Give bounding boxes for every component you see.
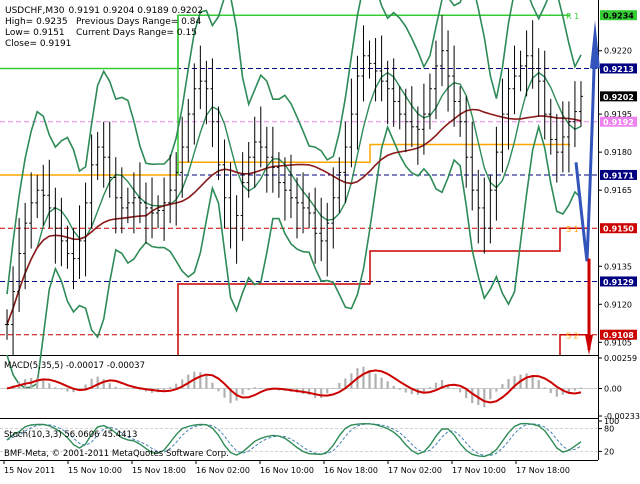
close-label: Close= 0.9191: [5, 39, 71, 49]
x-axis-ticks: 15 Nov 2011 15 Nov 10:00 15 Nov 18:00 16 No…: [3, 460, 570, 475]
y-tick-label: 0.9220: [604, 47, 632, 56]
x-tick-label: 16 Nov 18:00: [324, 466, 378, 475]
macd-title: MACD(5,35,5) -0.00017 -0.00037: [4, 361, 145, 371]
previous-range-label: Previous Days Range= 0.84: [76, 17, 201, 27]
x-tick-label: 15 Nov 10:00: [68, 466, 122, 475]
price-tag-label: 0.9150: [603, 225, 634, 234]
level-label-r1: R 1: [566, 12, 579, 21]
chart-canvas[interactable]: R 1S 1S 2 0.92200.91950.91800.91650.9135…: [0, 0, 640, 480]
y-tick-label: 0.9120: [604, 300, 632, 309]
low-label: Low= 0.9151: [5, 28, 65, 38]
level-label-s1: S 1: [566, 225, 579, 234]
y-tick-label: 0.9165: [604, 186, 632, 195]
main-panel: [0, 0, 598, 355]
copyright: BMF-Meta, © 2001-2011 MetaQuotes Softwar…: [4, 449, 229, 459]
x-tick-label: 17 Nov 02:00: [388, 466, 442, 475]
y-tick-label: 0.9180: [604, 148, 632, 157]
macd-tick-label: 0.00259: [604, 354, 637, 363]
stoch-title: Stoch(10,3,3) 56.0606 45.4413: [4, 430, 137, 440]
high-label: High= 0.9235: [5, 17, 68, 27]
price-tag-label: 0.9234: [603, 12, 634, 21]
level-label-s2: S 2: [566, 332, 579, 341]
x-tick-label: 16 Nov 10:00: [260, 466, 314, 475]
x-tick-label: 15 Nov 18:00: [132, 466, 186, 475]
x-tick-label: 16 Nov 02:00: [196, 466, 250, 475]
stoch-tick-label: 80: [604, 425, 614, 434]
macd-signal-line: [6, 369, 582, 404]
price-tag-label: 0.9202: [603, 93, 634, 102]
stoch-tick-label: 20: [604, 447, 614, 456]
x-tick-label: 17 Nov 18:00: [516, 466, 570, 475]
x-tick-label: 15 Nov 2011: [4, 466, 55, 475]
symbol-ohlc: USDCHF,M30 0.9191 0.9204 0.9189 0.9202: [5, 6, 203, 16]
macd-tick-label: 0.00: [604, 385, 622, 394]
price-tag-label: 0.9108: [603, 331, 634, 340]
chart-window: R 1S 1S 2 0.9220 0.9195 0.9180 0.9165 0.9135…: [0, 0, 640, 480]
price-tag-label: 0.9192: [603, 118, 634, 127]
price-tag-label: 0.9213: [603, 65, 634, 74]
y-tick-label: 0.9135: [604, 262, 632, 271]
price-tag-label: 0.9129: [603, 278, 634, 287]
x-tick-label: 17 Nov 10:00: [452, 466, 506, 475]
current-range-label: Current Days Range= 0.15: [76, 28, 197, 38]
price-tag-label: 0.9171: [603, 171, 634, 180]
